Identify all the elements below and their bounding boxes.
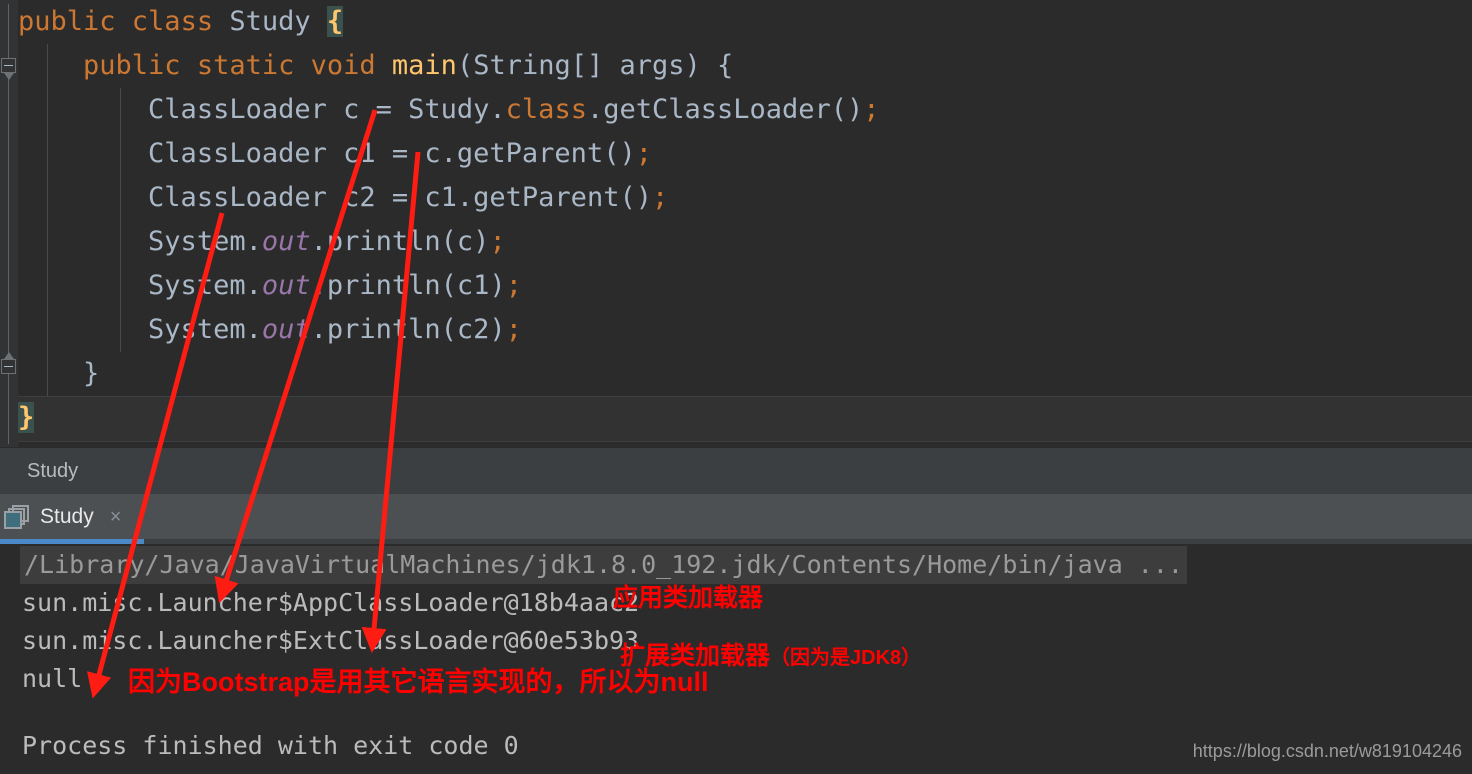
breadcrumb[interactable]: Study (27, 448, 78, 495)
fold-collapse-icon-top[interactable] (1, 58, 16, 73)
console-jvm-command: /Library/Java/JavaVirtualMachines/jdk1.8… (20, 546, 1187, 584)
code-line-5: System.out.println(c); (148, 226, 506, 257)
code-line-0: public class Study { (18, 6, 344, 37)
code-line-2: ClassLoader c = Study.class.getClassLoad… (148, 94, 880, 125)
code-line-6: System.out.println(c1); (148, 270, 522, 301)
run-tab-study[interactable]: Study × (0, 494, 1472, 539)
code-editor[interactable]: public class Study { public static void … (0, 0, 1472, 447)
console-output-line-1: sun.misc.Launcher$ExtClassLoader@60e53b9… (22, 626, 640, 655)
console-output-line-0: sun.misc.Launcher$AppClassLoader@18b4aac… (22, 588, 640, 617)
ide-window: public class Study { public static void … (0, 0, 1472, 774)
watermark: https://blog.csdn.net/w819104246 (1192, 741, 1462, 761)
fold-collapse-icon-bottom[interactable] (1, 359, 16, 374)
code-line-8: } (83, 358, 100, 389)
fold-arrow-up-icon (4, 352, 14, 359)
annotation-app-classloader: 应用类加载器 (613, 584, 764, 612)
code-line-1: public static void main(String[] args) { (83, 50, 734, 81)
code-line-4: ClassLoader c2 = c1.getParent(); (148, 182, 669, 213)
console-exit-message: Process finished with exit code 0 (22, 731, 519, 760)
editor-gutter[interactable] (0, 0, 18, 447)
console-output-line-2: null (22, 664, 83, 693)
console-window-icon (4, 504, 30, 530)
annotation-bootstrap-null: 因为Bootstrap是用其它语言实现的，所以为null (128, 667, 709, 697)
code-text[interactable]: public class Study { public static void … (18, 0, 880, 440)
code-line-3: ClassLoader c1 = c.getParent(); (148, 138, 652, 169)
run-tab-label: Study (40, 504, 94, 528)
code-line-9: } (18, 402, 35, 433)
close-icon[interactable]: × (110, 507, 122, 527)
breadcrumb-bar[interactable]: Study (0, 447, 1472, 495)
run-toolwindow-tabbar[interactable]: Study × (0, 494, 1472, 543)
code-line-7: System.out.println(c2); (148, 314, 522, 345)
fold-arrow-down-icon (4, 73, 14, 80)
